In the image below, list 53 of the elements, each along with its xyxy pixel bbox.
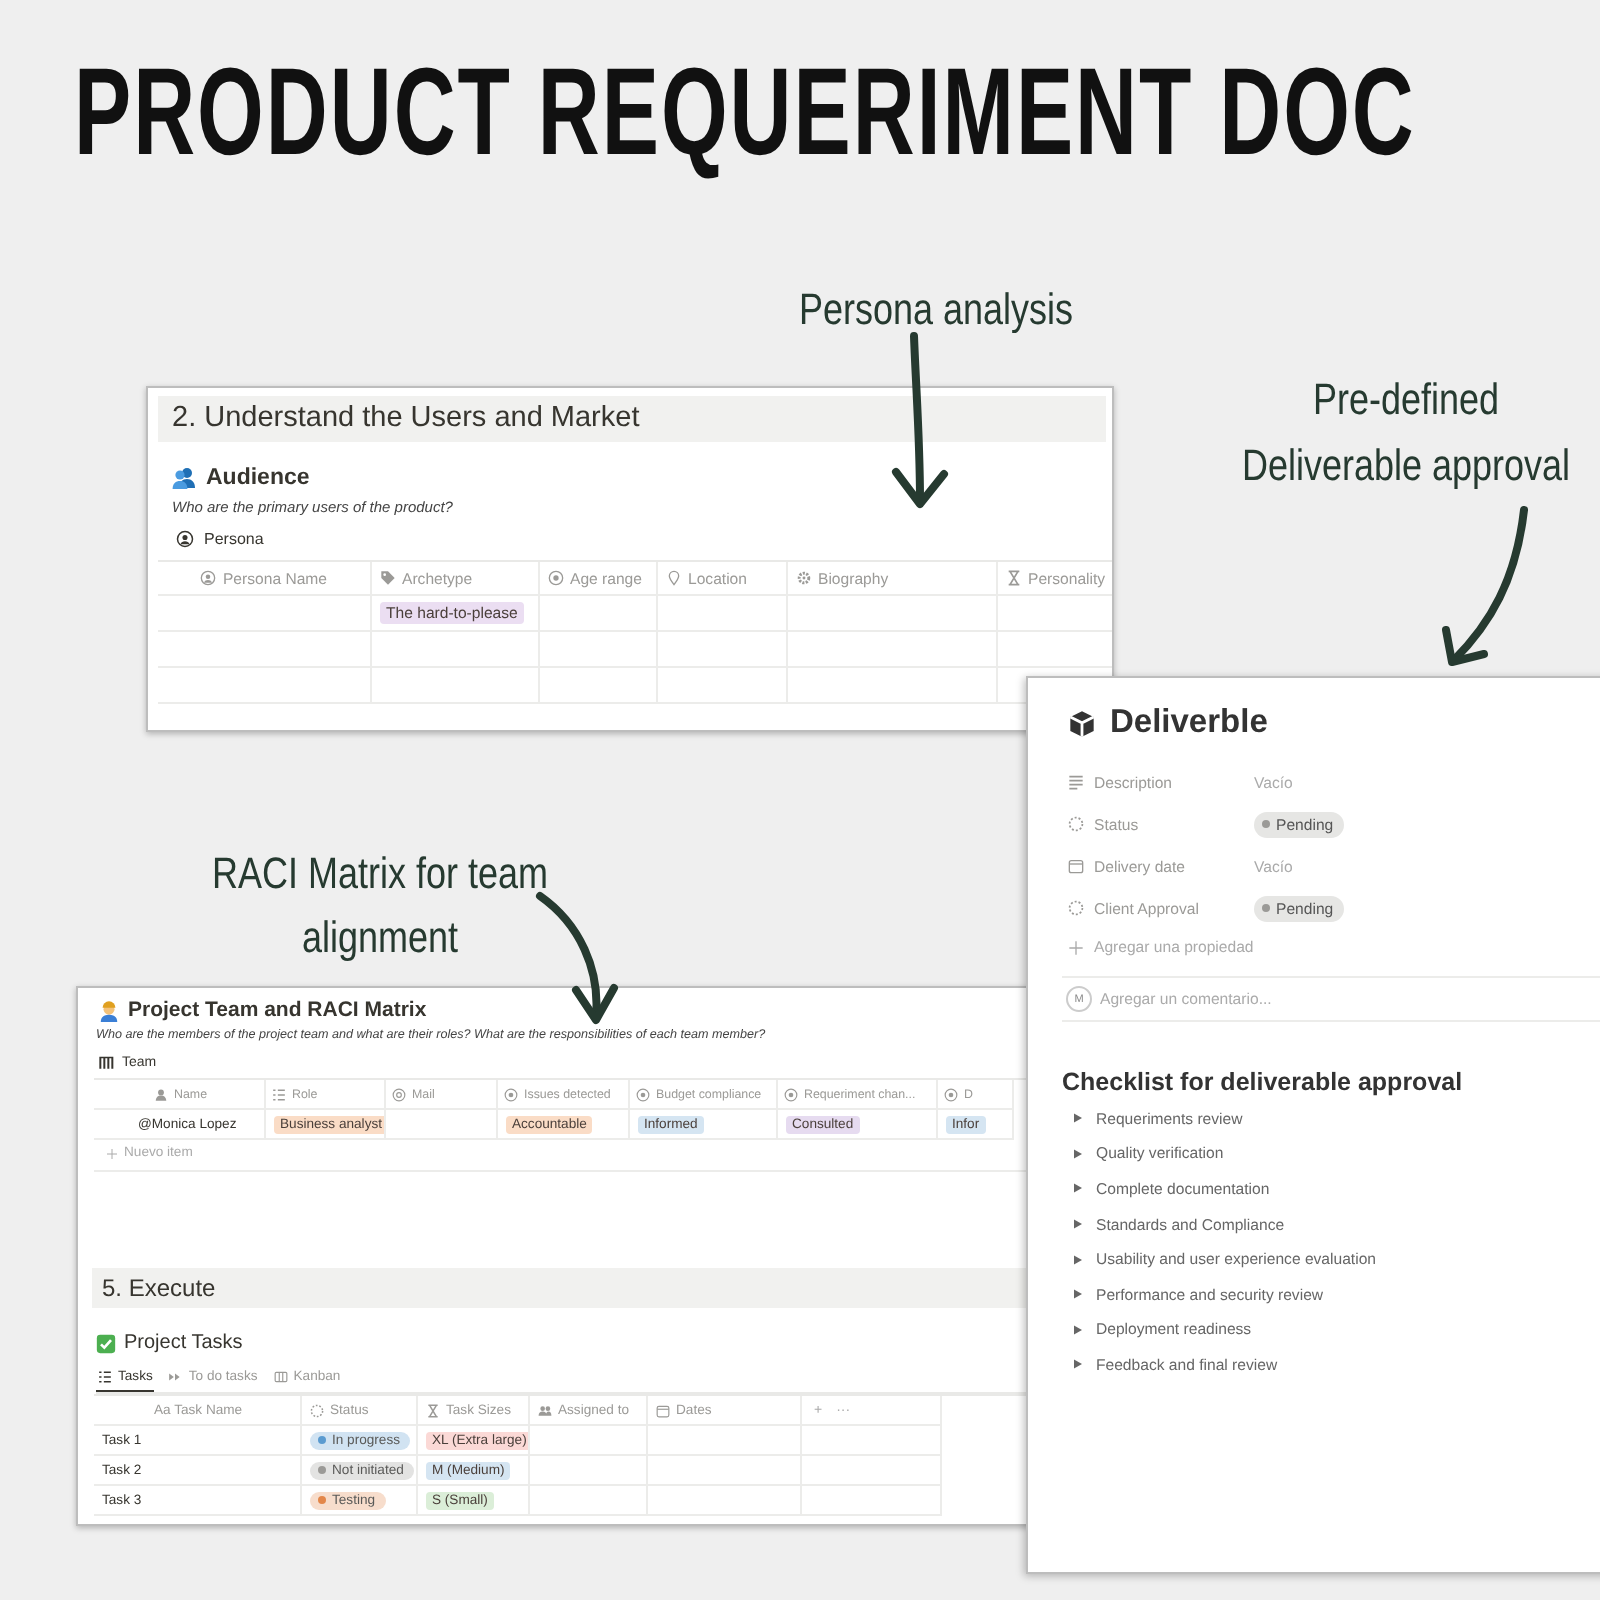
target-icon: [784, 1087, 798, 1101]
section-heading: 5. Execute: [92, 1268, 1028, 1308]
people-icon: [538, 1403, 552, 1417]
toggle-triangle-icon: [1072, 1323, 1084, 1336]
toggle-triangle-icon: [1072, 1288, 1084, 1301]
checkbox-icon: [96, 1333, 116, 1353]
curved-arrow: [536, 892, 618, 1024]
annotation-text: Pre-defined Deliverable approval: [1241, 373, 1571, 495]
cube-icon: [1068, 709, 1096, 737]
dashed-circle-icon: [1068, 816, 1084, 832]
calendar-icon: [656, 1403, 670, 1417]
hourglass-icon: [426, 1403, 440, 1417]
page-title: Deliverble: [1110, 704, 1268, 742]
person-icon: [176, 530, 194, 548]
plus-icon: [106, 1147, 118, 1159]
database-title: Persona: [204, 530, 264, 548]
dashed-circle-icon: [310, 1403, 324, 1417]
toggle-triangle-icon: [1072, 1182, 1084, 1195]
gear-icon: [796, 570, 812, 586]
annotation-text: RACI Matrix for team alignment: [211, 847, 549, 967]
toggle-triangle-icon: [1072, 1147, 1084, 1160]
text-lines-icon: [1068, 774, 1084, 790]
toggle-triangle-icon: [1072, 1358, 1084, 1371]
annotation-text: Persona analysis: [798, 283, 1074, 339]
section-heading: Checklist for deliverable approval: [1062, 1068, 1465, 1096]
dashed-circle-icon: [1068, 900, 1084, 916]
section-heading: 2. Understand the Users and Market: [158, 396, 1106, 442]
subsection-title: Project Team and RACI Matrix: [128, 998, 427, 1022]
plus-icon: [1068, 939, 1084, 955]
target-icon: [548, 570, 564, 586]
toggle-triangle-icon: [1072, 1112, 1084, 1125]
at-icon: [392, 1087, 406, 1101]
board-icon: [273, 1370, 288, 1384]
people-icon: [172, 466, 196, 490]
table-icon: [98, 1054, 114, 1070]
calendar-icon: [1068, 858, 1084, 874]
fast-forward-icon: [168, 1370, 183, 1384]
person-icon: [154, 1087, 168, 1101]
target-icon: [944, 1087, 958, 1101]
toggle-triangle-icon: [1072, 1218, 1084, 1231]
person-icon: [200, 570, 217, 586]
subsection-title: Project Tasks: [124, 1332, 243, 1354]
list-icon: [98, 1370, 112, 1384]
hourglass-icon: [1006, 570, 1022, 586]
target-icon: [504, 1087, 518, 1101]
person-icon: [98, 999, 120, 1021]
pin-icon: [666, 570, 682, 586]
list-icon: [272, 1087, 286, 1101]
page-title: PRODUCT REQUERIMENT DOC: [74, 44, 1416, 186]
toggle-triangle-icon: [1072, 1253, 1084, 1266]
tag-icon: [380, 570, 396, 586]
target-icon: [636, 1087, 650, 1101]
subsection-title: Audience: [206, 466, 310, 490]
